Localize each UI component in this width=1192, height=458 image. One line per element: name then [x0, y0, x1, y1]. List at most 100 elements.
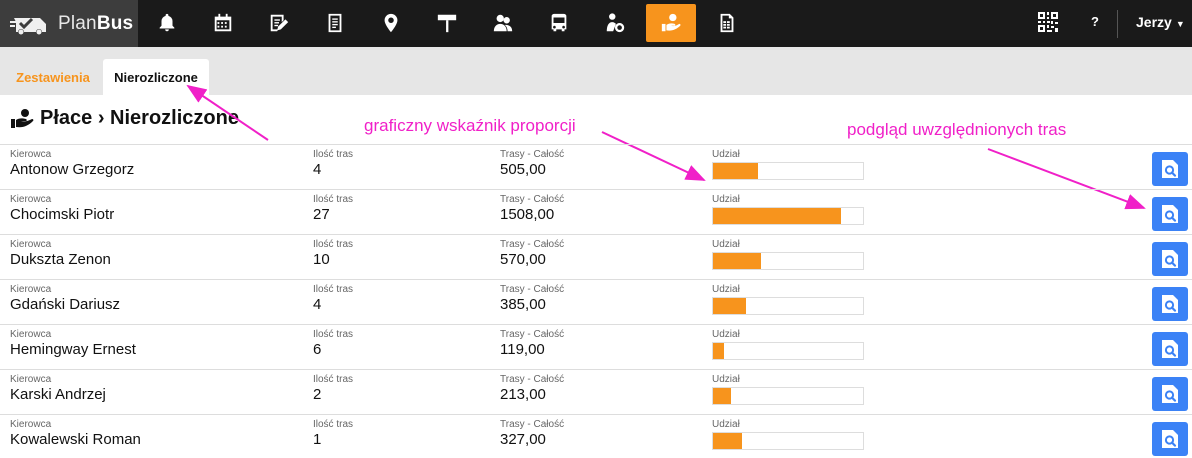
share-label: Udział [712, 284, 740, 295]
driver-label: Kierowca [10, 374, 52, 385]
share-bar [712, 162, 864, 180]
share-cell: Udział [712, 284, 864, 315]
annotation-bar: graficzny wskaźnik proporcji [364, 116, 576, 135]
caret-down-icon: ▼ [1175, 19, 1185, 29]
app-logo[interactable]: PlanBus [0, 0, 138, 47]
total-cell: Trasy - Całość 385,00 [500, 284, 564, 314]
table-row: Kierowca Chocimski Piotr Ilość tras 27 T… [0, 189, 1192, 234]
tab-nierozliczone[interactable]: Nierozliczone [103, 59, 209, 95]
help-button[interactable]: ? [1091, 14, 1099, 29]
view-routes-button[interactable] [1152, 377, 1188, 411]
count-cell: Ilość tras 10 [313, 239, 353, 269]
share-label: Udział [712, 194, 740, 205]
total-label: Trasy - Całość [500, 194, 565, 205]
document-search-icon [1162, 340, 1178, 358]
share-bar-fill [713, 388, 731, 404]
route-total: 327,00 [500, 431, 546, 448]
count-label: Ilość tras [313, 374, 354, 385]
share-bar [712, 252, 864, 270]
total-cell: Trasy - Całość 1508,00 [500, 194, 564, 224]
view-routes-button[interactable] [1152, 422, 1188, 456]
count-cell: Ilość tras 27 [313, 194, 353, 224]
edit-list-icon[interactable] [257, 4, 301, 42]
share-label: Udział [712, 149, 740, 160]
route-total: 570,00 [500, 251, 546, 268]
driver-wheel-icon[interactable] [593, 4, 637, 42]
document-search-icon [1162, 295, 1178, 313]
hand-money-icon[interactable] [646, 4, 696, 42]
view-routes-button[interactable] [1152, 332, 1188, 366]
annotation-view: podgląd uwzględnionych tras [847, 120, 1067, 139]
share-label: Udział [712, 419, 740, 430]
driver-label: Kierowca [10, 194, 52, 205]
view-routes-button[interactable] [1152, 287, 1188, 321]
share-cell: Udział [712, 419, 864, 450]
count-cell: Ilość tras 4 [313, 284, 353, 314]
total-label: Trasy - Całość [500, 284, 565, 295]
document-icon[interactable] [313, 4, 357, 42]
document-search-icon [1162, 160, 1178, 178]
total-cell: Trasy - Całość 213,00 [500, 374, 564, 404]
count-cell: Ilość tras 6 [313, 329, 353, 359]
driver-table: Kierowca Antonow Grzegorz Ilość tras 4 T… [0, 144, 1192, 458]
share-label: Udział [712, 329, 740, 340]
document-search-icon [1162, 250, 1178, 268]
count-cell: Ilość tras 2 [313, 374, 353, 404]
document-search-icon [1162, 205, 1178, 223]
route-total: 505,00 [500, 161, 546, 178]
driver-name: Antonow Grzegorz [10, 161, 135, 178]
count-label: Ilość tras [313, 239, 354, 250]
view-routes-button[interactable] [1152, 152, 1188, 186]
signpost-icon[interactable] [425, 4, 469, 42]
calendar-icon[interactable] [201, 4, 245, 42]
share-label: Udział [712, 239, 740, 250]
user-menu[interactable]: Jerzy ▼ [1136, 14, 1185, 30]
location-pin-icon[interactable] [369, 4, 413, 42]
count-cell: Ilość tras 1 [313, 419, 353, 449]
driver-label: Kierowca [10, 239, 52, 250]
route-count: 1 [313, 431, 322, 448]
view-routes-button[interactable] [1152, 197, 1188, 231]
driver-cell: Kierowca Dukszta Zenon [10, 239, 111, 269]
total-label: Trasy - Całość [500, 374, 565, 385]
count-label: Ilość tras [313, 149, 354, 160]
qr-code-icon[interactable] [1037, 11, 1059, 33]
route-total: 119,00 [500, 341, 545, 358]
driver-name: Gdański Dariusz [10, 296, 121, 313]
document-search-icon [1162, 385, 1178, 403]
driver-cell: Kierowca Hemingway Ernest [10, 329, 136, 359]
share-cell: Udział [712, 149, 864, 180]
share-bar-fill [713, 298, 746, 314]
share-cell: Udział [712, 194, 864, 225]
tab-bar: Zestawienia Nierozliczone [0, 47, 1192, 95]
share-bar [712, 387, 864, 405]
driver-name: Hemingway Ernest [10, 341, 136, 358]
share-cell: Udział [712, 239, 864, 270]
total-label: Trasy - Całość [500, 329, 565, 340]
driver-name: Kowalewski Roman [10, 431, 141, 448]
bus-icon[interactable] [537, 4, 581, 42]
share-cell: Udział [712, 374, 864, 405]
tab-zestawienia[interactable]: Zestawienia [10, 59, 96, 95]
share-bar-fill [713, 208, 841, 224]
page-title: Płace › Nierozliczone [10, 107, 239, 130]
users-icon[interactable] [481, 4, 525, 42]
route-count: 2 [313, 386, 322, 403]
total-cell: Trasy - Całość 327,00 [500, 419, 564, 449]
spreadsheet-icon[interactable] [705, 4, 749, 42]
total-label: Trasy - Całość [500, 239, 565, 250]
view-routes-button[interactable] [1152, 242, 1188, 276]
hand-money-icon [11, 108, 34, 128]
driver-label: Kierowca [10, 419, 52, 430]
app-name: PlanBus [58, 12, 134, 34]
driver-label: Kierowca [10, 149, 52, 160]
driver-cell: Kierowca Chocimski Piotr [10, 194, 114, 224]
driver-cell: Kierowca Karski Andrzej [10, 374, 106, 404]
total-label: Trasy - Całość [500, 149, 565, 160]
bell-icon[interactable] [145, 4, 189, 42]
table-row: Kierowca Karski Andrzej Ilość tras 2 Tra… [0, 369, 1192, 414]
route-count: 4 [313, 161, 322, 178]
route-total: 385,00 [500, 296, 546, 313]
route-count: 27 [313, 206, 330, 223]
share-bar-fill [713, 343, 724, 359]
